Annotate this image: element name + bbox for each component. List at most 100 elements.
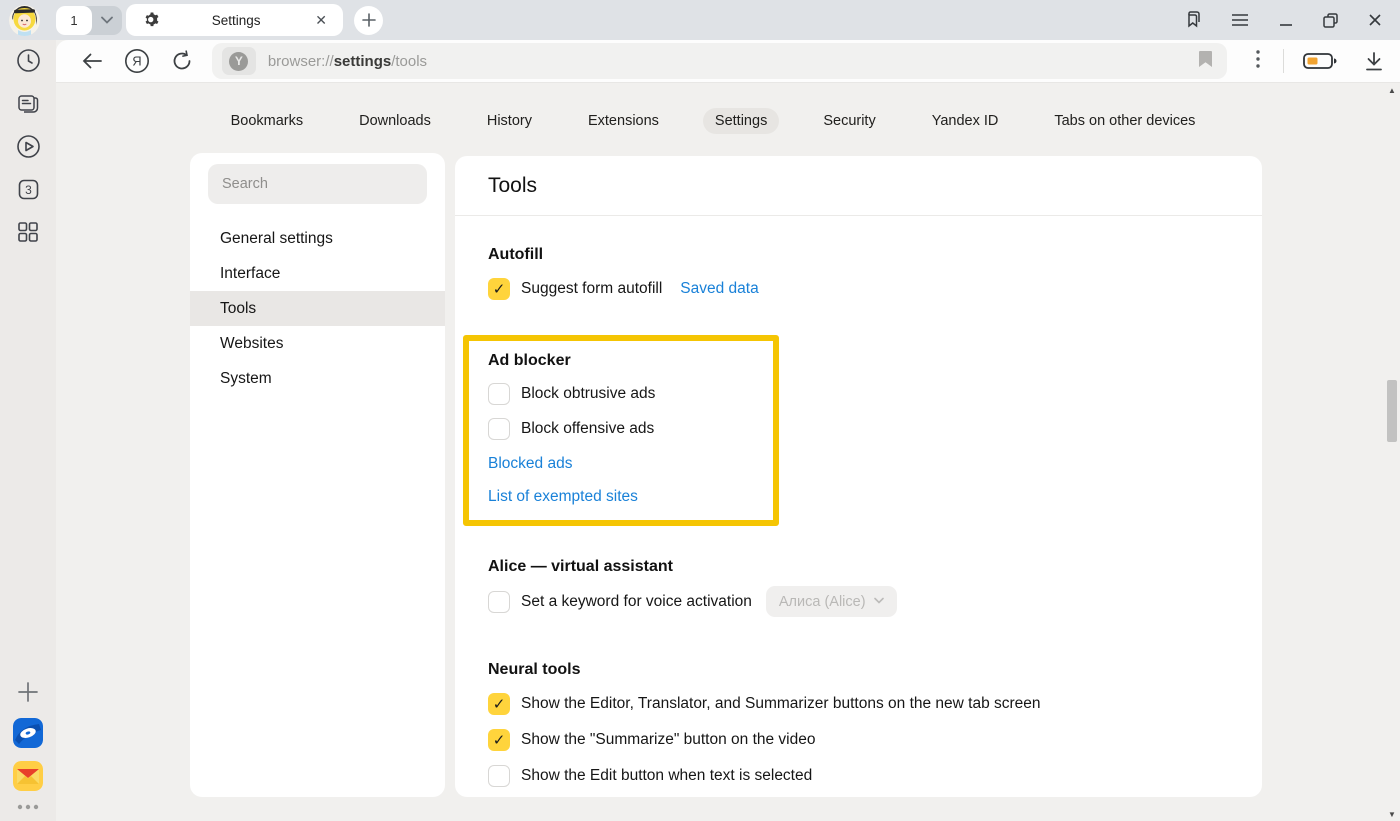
tools-settings-card: Tools Autofill ✓ Suggest form autofill S… — [455, 156, 1262, 797]
suggest-form-autofill-label[interactable]: Suggest form autofill — [521, 280, 662, 298]
minimize-button[interactable] — [1278, 12, 1294, 28]
yandex-home-button[interactable]: Я — [115, 48, 160, 74]
back-arrow-icon — [81, 52, 103, 70]
more-dots-icon — [17, 804, 39, 810]
history-clock-icon — [16, 48, 41, 73]
neural-row-3: Show the Edit button when text is select… — [488, 765, 1229, 787]
bookmark-button[interactable] — [1198, 50, 1213, 73]
protect-shield-icon: Y — [229, 52, 248, 71]
nav-bookmarks[interactable]: Bookmarks — [219, 108, 316, 134]
bookmarks-panel-button[interactable] — [1182, 10, 1202, 30]
page-scrollbar[interactable]: ▲ ▼ — [1384, 84, 1400, 821]
nav-yandex-id[interactable]: Yandex ID — [920, 108, 1011, 134]
url-text[interactable]: browser://settings/tools — [268, 53, 1198, 70]
nav-tabs-other-devices[interactable]: Tabs on other devices — [1042, 108, 1207, 134]
protect-badge[interactable]: Y — [222, 47, 256, 75]
settings-search-input[interactable] — [208, 164, 427, 204]
voice-activation-checkbox[interactable] — [488, 591, 510, 613]
nav-settings[interactable]: Settings — [703, 108, 779, 134]
apps-grid-icon — [16, 220, 40, 244]
alice-keyword-value: Алиса (Alice) — [779, 594, 866, 610]
editor-translator-summarizer-checkbox[interactable]: ✓ — [488, 693, 510, 715]
scroll-up-icon[interactable]: ▲ — [1384, 86, 1400, 95]
nav-history[interactable]: History — [475, 108, 544, 134]
close-window-button[interactable] — [1367, 12, 1383, 28]
back-button[interactable] — [70, 52, 115, 70]
nav-extensions[interactable]: Extensions — [576, 108, 671, 134]
browser-toolbar: Я Y browser://settings/tools — [56, 40, 1400, 83]
tab-title: Settings — [161, 13, 311, 28]
sidebar-item-general-settings[interactable]: General settings — [190, 221, 445, 256]
block-obtrusive-ads-label[interactable]: Block obtrusive ads — [521, 385, 655, 403]
neural-row-1: ✓ Show the Editor, Translator, and Summa… — [488, 693, 1229, 715]
user-avatar[interactable] — [9, 5, 40, 36]
rail-more-button[interactable] — [17, 801, 39, 813]
tabs-rail-button[interactable]: 3 — [15, 176, 41, 202]
sidebar-item-system[interactable]: System — [190, 361, 445, 396]
suggest-form-autofill-checkbox[interactable]: ✓ — [488, 278, 510, 300]
yandex-disk-app[interactable] — [13, 718, 43, 748]
minimize-icon — [1278, 12, 1294, 28]
exempted-sites-link[interactable]: List of exempted sites — [488, 488, 773, 506]
tab-counter-3-icon: 3 — [16, 177, 41, 202]
downloads-button[interactable] — [1348, 52, 1400, 71]
nav-security[interactable]: Security — [811, 108, 887, 134]
tab-group-counter[interactable]: 1 — [56, 6, 122, 35]
alice-keyword-dropdown[interactable]: Алиса (Alice) — [766, 586, 897, 617]
gear-icon — [144, 12, 161, 29]
neural-row-2: ✓ Show the "Summarize" button on the vid… — [488, 729, 1229, 751]
apps-rail-button[interactable] — [15, 219, 41, 245]
toolbar-kebab-menu[interactable] — [1241, 50, 1275, 72]
maximize-icon — [1322, 12, 1339, 29]
battery-indicator[interactable] — [1292, 52, 1348, 70]
sidebar-item-tools[interactable]: Tools — [190, 291, 445, 326]
battery-icon — [1303, 52, 1337, 70]
reload-button[interactable] — [159, 50, 204, 72]
check-icon: ✓ — [493, 280, 506, 298]
block-offensive-ads-checkbox[interactable] — [488, 418, 510, 440]
check-icon: ✓ — [493, 695, 506, 713]
sidebar-item-interface[interactable]: Interface — [190, 256, 445, 291]
block-obtrusive-ads-checkbox[interactable] — [488, 383, 510, 405]
sidebar-item-websites[interactable]: Websites — [190, 326, 445, 361]
new-tab-button[interactable] — [354, 6, 383, 35]
block-offensive-ads-label[interactable]: Block offensive ads — [521, 420, 654, 438]
browser-tab-settings[interactable]: Settings ✕ — [126, 4, 343, 36]
block-obtrusive-row: Block obtrusive ads — [488, 383, 773, 405]
saved-data-link[interactable]: Saved data — [680, 280, 758, 298]
nav-downloads[interactable]: Downloads — [347, 108, 443, 134]
block-offensive-row: Block offensive ads — [488, 418, 773, 440]
settings-section-list: General settings Interface Tools Website… — [190, 221, 445, 396]
tab-count-badge[interactable]: 1 — [56, 6, 92, 35]
left-rail: 3 — [0, 40, 56, 821]
reload-icon — [171, 50, 193, 72]
edit-button-checkbox[interactable] — [488, 765, 510, 787]
editor-translator-summarizer-label[interactable]: Show the Editor, Translator, and Summari… — [521, 695, 1041, 713]
check-icon: ✓ — [493, 731, 506, 749]
voice-activation-label[interactable]: Set a keyword for voice activation — [521, 593, 752, 611]
download-icon — [1365, 52, 1383, 71]
scrollbar-thumb[interactable] — [1387, 380, 1397, 442]
summarize-video-checkbox[interactable]: ✓ — [488, 729, 510, 751]
video-play-icon — [16, 134, 41, 159]
maximize-button[interactable] — [1322, 12, 1339, 29]
video-rail-button[interactable] — [15, 133, 41, 159]
add-panel-button[interactable] — [15, 679, 41, 705]
plus-icon — [362, 13, 376, 27]
close-icon — [1367, 12, 1383, 28]
address-bar[interactable]: Y browser://settings/tools — [212, 43, 1227, 79]
page-title: Tools — [488, 174, 537, 198]
blocked-ads-link[interactable]: Blocked ads — [488, 455, 773, 473]
chevron-down-icon — [874, 596, 884, 607]
summarize-video-label[interactable]: Show the "Summarize" button on the video — [521, 731, 815, 749]
tab-close-icon[interactable]: ✕ — [311, 12, 331, 29]
bookmark-icon — [1198, 50, 1213, 68]
browser-menu-button[interactable] — [1230, 12, 1250, 28]
yandex-mail-app[interactable] — [13, 761, 43, 791]
edit-button-label[interactable]: Show the Edit button when text is select… — [521, 767, 812, 785]
toolbar-divider — [1283, 49, 1284, 73]
history-rail-button[interactable] — [15, 47, 41, 73]
scroll-down-icon[interactable]: ▼ — [1384, 810, 1400, 819]
add-plus-icon — [17, 681, 39, 703]
tab-group-chevron-icon[interactable] — [92, 16, 122, 24]
